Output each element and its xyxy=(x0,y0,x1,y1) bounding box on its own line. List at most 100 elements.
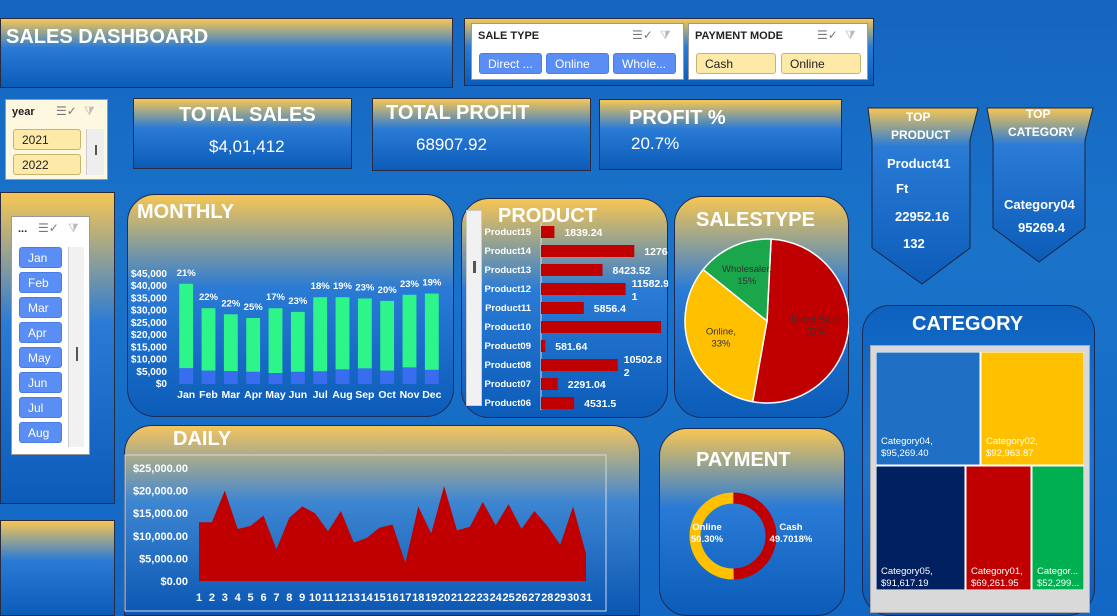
month-slicer-scrollbar[interactable] xyxy=(68,247,84,447)
data-label: 11582.9 1 xyxy=(632,278,668,303)
month-mar[interactable]: Mar xyxy=(19,297,62,318)
total-sales-label: TOTAL SALES xyxy=(179,104,316,126)
monthly-chart: $0$5,000$10,000 $15,000$20,000$25,000$30,… xyxy=(131,268,442,401)
payment-mode-slicer[interactable]: PAYMENT MODE ☰✓ ⧩ Cash Online xyxy=(688,23,868,80)
multi-select-icon[interactable]: ☰✓ xyxy=(817,28,838,42)
treemap-label: Category05, $91,617.19 xyxy=(881,566,933,589)
bottom-left-strip xyxy=(0,520,115,616)
scrollbar-thumb[interactable] xyxy=(95,145,97,155)
x-tick-label: 13 xyxy=(348,592,360,604)
data-label: 4531.5 xyxy=(584,398,616,410)
multi-select-icon[interactable]: ☰✓ xyxy=(56,104,77,118)
x-tick-label: May xyxy=(265,389,286,401)
year-slicer-scrollbar[interactable] xyxy=(86,129,104,175)
x-tick-label: 12 xyxy=(335,592,347,604)
month-slicer[interactable]: ... ☰✓ ⧩ Jan Feb Mar Apr May Jun Jul Aug xyxy=(11,216,90,455)
x-tick-label: 8 xyxy=(286,592,292,604)
x-tick-label: 31 xyxy=(580,592,592,604)
product-bar xyxy=(541,245,635,257)
bar-lower xyxy=(268,373,283,384)
data-label: 21% xyxy=(177,268,197,279)
data-label: 8423.52 xyxy=(613,265,651,277)
y-tick-label: Product12 xyxy=(485,284,531,295)
y-tick-label: $25,000.00 xyxy=(133,463,188,475)
bar-upper xyxy=(246,318,261,372)
bar-upper xyxy=(179,283,194,369)
product-bar xyxy=(541,359,618,371)
x-tick-label: Jan xyxy=(177,389,195,401)
bar-upper xyxy=(424,293,439,370)
y-tick-label: Product13 xyxy=(485,265,531,276)
salestype-chart: Direct Sale, 52%Online, 33%Wholesaler, 15% xyxy=(684,238,849,404)
sale-type-wholesale[interactable]: Whole... xyxy=(613,53,676,74)
payment-cash[interactable]: Cash xyxy=(696,53,776,74)
treemap-label: Category04, $95,269.40 xyxy=(881,436,933,459)
clear-filter-icon[interactable]: ⧩ xyxy=(68,221,79,236)
product-bar xyxy=(541,264,603,276)
month-jul[interactable]: Jul xyxy=(19,397,62,418)
scrollbar-thumb[interactable] xyxy=(76,347,78,361)
month-feb[interactable]: Feb xyxy=(19,272,62,293)
y-tick-label: Product11 xyxy=(485,303,532,314)
y-tick-label: $5,000.00 xyxy=(139,553,188,565)
daily-chart: $0.00 $5,000.00 $10,000.00 $15,000.00 $20,00… xyxy=(124,454,607,612)
bar-upper xyxy=(313,297,328,372)
bar-upper xyxy=(290,311,305,372)
total-profit-label: TOTAL PROFIT xyxy=(386,102,530,124)
month-apr[interactable]: Apr xyxy=(19,322,62,343)
y-tick-label: Product09 xyxy=(485,341,531,352)
sale-type-direct[interactable]: Direct ... xyxy=(479,53,542,74)
x-tick-label: 5 xyxy=(248,592,254,604)
x-tick-label: Jul xyxy=(313,389,328,401)
clear-filter-icon[interactable]: ⧩ xyxy=(660,28,671,43)
month-jun[interactable]: Jun xyxy=(19,372,62,393)
multi-select-icon[interactable]: ☰✓ xyxy=(632,28,653,42)
donut-label: Online 50.30% xyxy=(691,522,724,545)
x-tick-label: 3 xyxy=(222,592,228,604)
x-tick-label: 25 xyxy=(502,592,514,604)
year-2022[interactable]: 2022 xyxy=(13,154,81,175)
product-bar xyxy=(541,378,558,390)
x-tick-label: 10 xyxy=(309,592,321,604)
x-tick-label: 18 xyxy=(412,592,424,604)
y-tick-label: $10,000 xyxy=(131,355,168,366)
month-aug[interactable]: Aug xyxy=(19,422,62,443)
x-tick-label: Nov xyxy=(400,389,420,401)
sale-type-slicer[interactable]: SALE TYPE ☰✓ ⧩ Direct ... Online Whole..… xyxy=(471,23,684,80)
payment-online[interactable]: Online xyxy=(781,53,861,74)
top-category-name: Category04 xyxy=(1004,197,1075,212)
product-bar xyxy=(541,226,555,238)
bar-lower xyxy=(313,371,328,384)
clear-filter-icon[interactable]: ⧩ xyxy=(845,28,856,43)
x-tick-label: Feb xyxy=(199,389,218,401)
y-tick-label: Product10 xyxy=(485,322,531,333)
x-tick-label: Sep xyxy=(355,389,374,401)
year-2021[interactable]: 2021 xyxy=(13,129,81,150)
bar-upper xyxy=(335,297,350,370)
bar-lower xyxy=(223,371,238,384)
data-label: 20% xyxy=(378,285,398,296)
x-tick-label: 9 xyxy=(299,592,305,604)
bar-lower xyxy=(201,370,216,384)
clear-filter-icon[interactable]: ⧩ xyxy=(84,104,95,119)
bar-upper xyxy=(201,308,216,371)
bar-upper xyxy=(380,300,395,371)
category-title: CATEGORY xyxy=(912,313,1024,335)
sale-type-online[interactable]: Online xyxy=(546,53,609,74)
y-tick-label: $20,000.00 xyxy=(133,486,188,498)
year-slicer[interactable]: year ☰✓ ⧩ 2021 2022 xyxy=(5,99,108,180)
x-tick-label: 17 xyxy=(399,592,411,604)
multi-select-icon[interactable]: ☰✓ xyxy=(38,221,59,235)
x-tick-label: 23 xyxy=(477,592,489,604)
x-tick-label: 14 xyxy=(361,592,374,604)
x-tick-label: 30 xyxy=(567,592,579,604)
bar-lower xyxy=(335,369,350,384)
month-may[interactable]: May xyxy=(19,347,62,368)
data-label: 22% xyxy=(199,292,219,303)
x-tick-label: 7 xyxy=(273,592,279,604)
month-jan[interactable]: Jan xyxy=(19,247,62,268)
x-tick-label: Jun xyxy=(288,389,307,401)
bar-upper xyxy=(402,294,417,368)
bar-lower xyxy=(357,368,372,384)
product-bar xyxy=(541,340,546,352)
